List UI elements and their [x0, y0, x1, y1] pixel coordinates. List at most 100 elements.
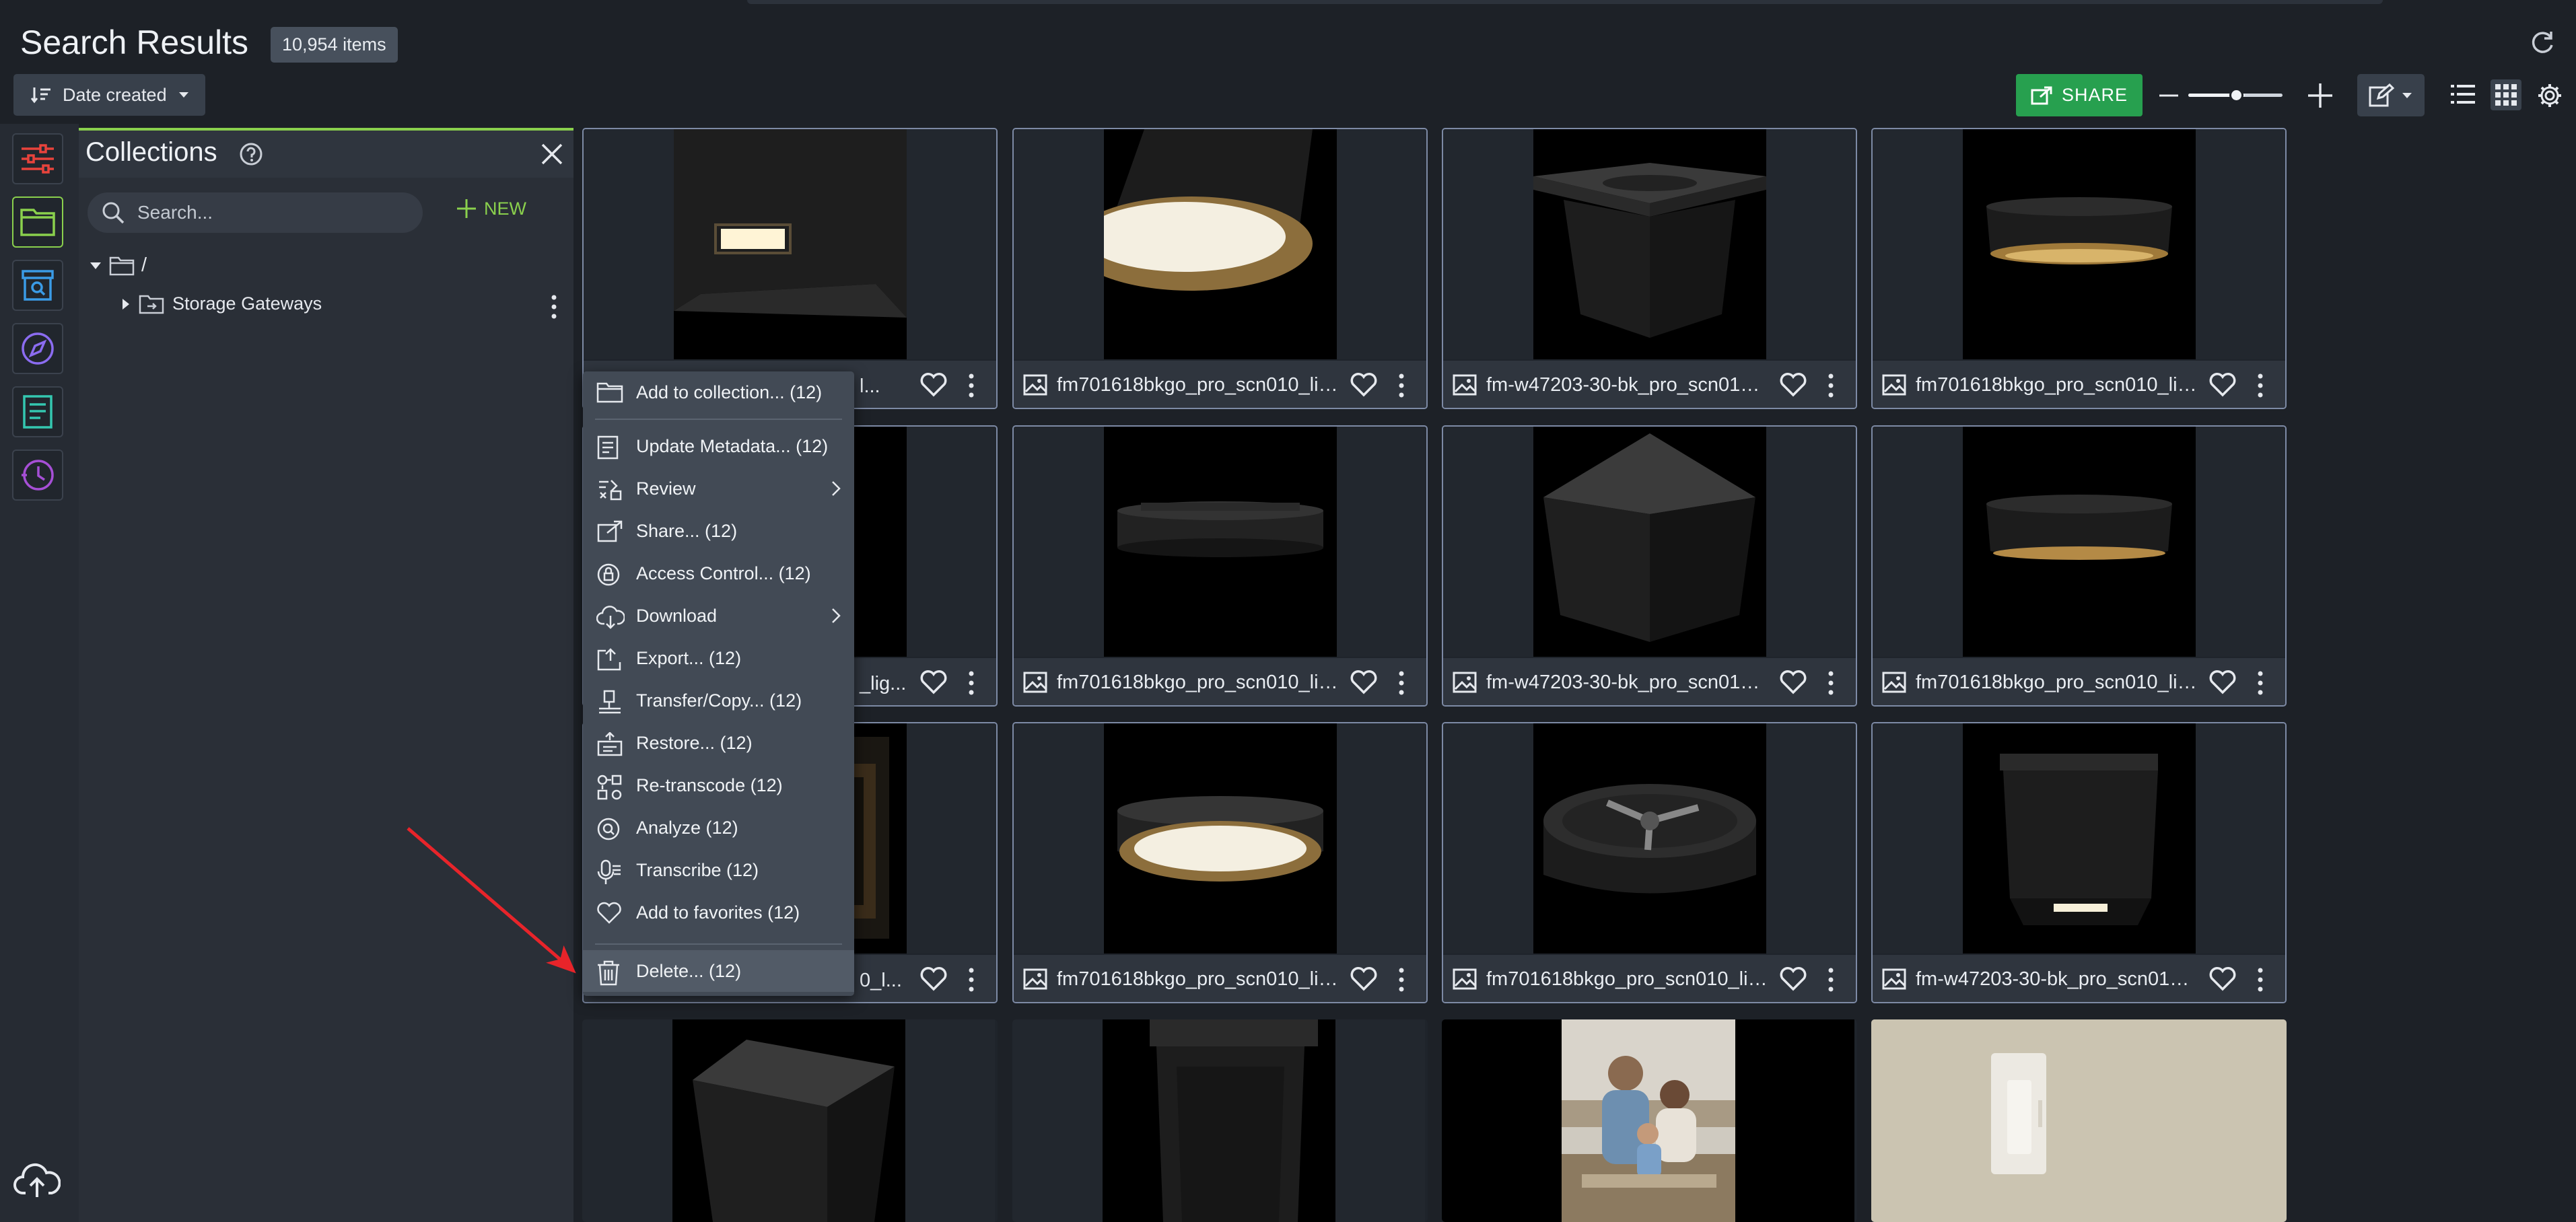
tree-root-node[interactable]: / — [89, 254, 147, 277]
caret-down-icon[interactable] — [89, 261, 102, 271]
menu-item-review[interactable]: Review — [583, 468, 854, 509]
cloud-upload-icon[interactable] — [13, 1161, 61, 1200]
asset-thumbnail[interactable] — [1871, 1019, 2287, 1222]
heart-icon[interactable] — [1780, 373, 1807, 397]
asset-tile[interactable]: fm-w47203-30-bk_pro_scn010_l... — [1871, 722, 2287, 1003]
image-icon — [1453, 968, 1477, 990]
asset-thumbnail[interactable] — [582, 1019, 995, 1222]
asset-thumbnail[interactable] — [1014, 723, 1426, 954]
asset-tile[interactable]: fm701618bkgo_pro_scn010_lig... — [1012, 425, 1428, 707]
bulk-edit-dropdown[interactable] — [2357, 74, 2425, 116]
menu-item-add-to-collection[interactable]: Add to collection... (12) — [583, 371, 854, 413]
menu-item-re-transcode[interactable]: Re-transcode (12) — [583, 764, 854, 806]
asset-tile[interactable]: fm701618bkgo_pro_scn010_lig... — [1871, 425, 2287, 707]
kebab-menu-icon[interactable] — [1397, 372, 1405, 399]
heart-icon[interactable] — [920, 670, 947, 694]
menu-item-analyze[interactable]: Analyze (12) — [583, 807, 854, 849]
reports-nav-button[interactable] — [12, 386, 63, 437]
heart-icon[interactable] — [2209, 373, 2236, 397]
global-search-bar[interactable] — [747, 0, 2383, 4]
zoom-out-icon[interactable] — [2157, 84, 2180, 107]
share-button[interactable]: SHARE — [2016, 74, 2143, 116]
folder-icon — [20, 207, 55, 237]
kebab-menu-icon[interactable] — [550, 293, 558, 320]
asset-tile[interactable] — [1442, 1019, 1857, 1222]
asset-thumbnail[interactable] — [1442, 1019, 1854, 1222]
menu-item-transfer-copy[interactable]: Transfer/Copy... (12) — [583, 680, 854, 721]
zoom-slider-handle[interactable] — [2229, 88, 2243, 102]
heart-icon[interactable] — [2209, 967, 2236, 991]
heart-icon[interactable] — [920, 967, 947, 991]
asset-thumbnail[interactable] — [584, 129, 996, 359]
menu-item-restore[interactable]: Restore... (12) — [583, 722, 854, 764]
kebab-menu-icon[interactable] — [967, 372, 975, 399]
gear-icon[interactable] — [2536, 82, 2563, 109]
refresh-icon[interactable] — [2529, 29, 2556, 56]
kebab-menu-icon[interactable] — [1827, 372, 1835, 399]
asset-tile[interactable] — [582, 1019, 998, 1222]
asset-thumbnail[interactable] — [1443, 129, 1856, 359]
heart-icon[interactable] — [920, 373, 947, 397]
menu-item-export[interactable]: Export... (12) — [583, 637, 854, 679]
heart-icon[interactable] — [1780, 670, 1807, 694]
history-nav-button[interactable] — [12, 450, 63, 501]
menu-item-transcribe[interactable]: Transcribe (12) — [583, 849, 854, 891]
asset-tile[interactable]: fm701618bkgo_pro_scn010_lig... — [1871, 128, 2287, 409]
asset-tile[interactable]: fm701618bkgo_pro_scn010_lig... — [1012, 722, 1428, 1003]
asset-tile[interactable] — [1012, 1019, 1428, 1222]
asset-tile[interactable]: fm-w47203-30-bk_pro_scn010_l... — [1442, 425, 1857, 707]
list-view-icon[interactable] — [2450, 82, 2476, 106]
asset-tile[interactable]: fm701618bkgo_pro_scn010_lig... — [1012, 128, 1428, 409]
asset-thumbnail[interactable] — [1443, 427, 1856, 657]
filters-nav-button[interactable] — [12, 133, 63, 184]
kebab-menu-icon[interactable] — [1827, 670, 1835, 696]
grid-view-icon[interactable] — [2491, 79, 2521, 110]
help-icon[interactable] — [239, 142, 263, 166]
tree-node-label: Storage Gateways — [172, 293, 322, 314]
heart-icon[interactable] — [1780, 967, 1807, 991]
menu-item-access-control[interactable]: Access Control... (12) — [583, 552, 854, 594]
menu-item-download[interactable]: Download — [583, 595, 854, 637]
zoom-in-icon[interactable] — [2305, 81, 2335, 110]
sort-dropdown[interactable]: Date created — [13, 74, 205, 116]
collections-nav-button[interactable] — [12, 196, 63, 248]
tree-node-storage-gateways[interactable]: Storage Gateways — [121, 293, 322, 314]
asset-thumbnail[interactable] — [1873, 723, 2285, 954]
menu-item-delete[interactable]: Delete... (12) — [583, 950, 854, 992]
new-collection-button[interactable]: NEW — [456, 198, 526, 219]
asset-tile[interactable]: fm701618bkgo_pro_scn010_lig... — [1442, 722, 1857, 1003]
kebab-menu-icon[interactable] — [2256, 372, 2264, 399]
caret-right-icon[interactable] — [121, 297, 131, 311]
asset-tile[interactable]: l... — [582, 128, 998, 409]
kebab-menu-icon[interactable] — [1397, 966, 1405, 993]
asset-name: fm701618bkgo_pro_scn010_lig... — [1057, 671, 1339, 693]
asset-thumbnail[interactable] — [1443, 723, 1856, 954]
heart-icon[interactable] — [1350, 373, 1377, 397]
folder-icon — [596, 382, 623, 403]
kebab-menu-icon[interactable] — [967, 966, 975, 993]
asset-thumbnail[interactable] — [1014, 427, 1426, 657]
menu-item-share[interactable]: Share... (12) — [583, 510, 854, 552]
asset-thumbnail[interactable] — [1012, 1019, 1425, 1222]
close-icon[interactable] — [540, 142, 564, 166]
asset-tile[interactable]: fm-w47203-30-bk_pro_scn010_l... — [1442, 128, 1857, 409]
asset-thumbnail[interactable] — [1014, 129, 1426, 359]
kebab-menu-icon[interactable] — [967, 670, 975, 696]
analyze-icon — [596, 817, 622, 842]
heart-icon[interactable] — [1350, 967, 1377, 991]
asset-thumbnail[interactable] — [1873, 129, 2285, 359]
kebab-menu-icon[interactable] — [2256, 670, 2264, 696]
explore-nav-button[interactable] — [12, 323, 63, 374]
collections-search[interactable] — [88, 192, 423, 233]
collections-search-input[interactable] — [137, 202, 407, 223]
menu-item-add-to-favorites[interactable]: Add to favorites (12) — [583, 892, 854, 933]
heart-icon[interactable] — [2209, 670, 2236, 694]
saved-searches-nav-button[interactable] — [12, 260, 63, 311]
kebab-menu-icon[interactable] — [1397, 670, 1405, 696]
asset-thumbnail[interactable] — [1873, 427, 2285, 657]
kebab-menu-icon[interactable] — [1827, 966, 1835, 993]
menu-item-update-metadata[interactable]: Update Metadata... (12) — [583, 425, 854, 467]
heart-icon[interactable] — [1350, 670, 1377, 694]
asset-tile[interactable] — [1871, 1019, 2287, 1222]
kebab-menu-icon[interactable] — [2256, 966, 2264, 993]
